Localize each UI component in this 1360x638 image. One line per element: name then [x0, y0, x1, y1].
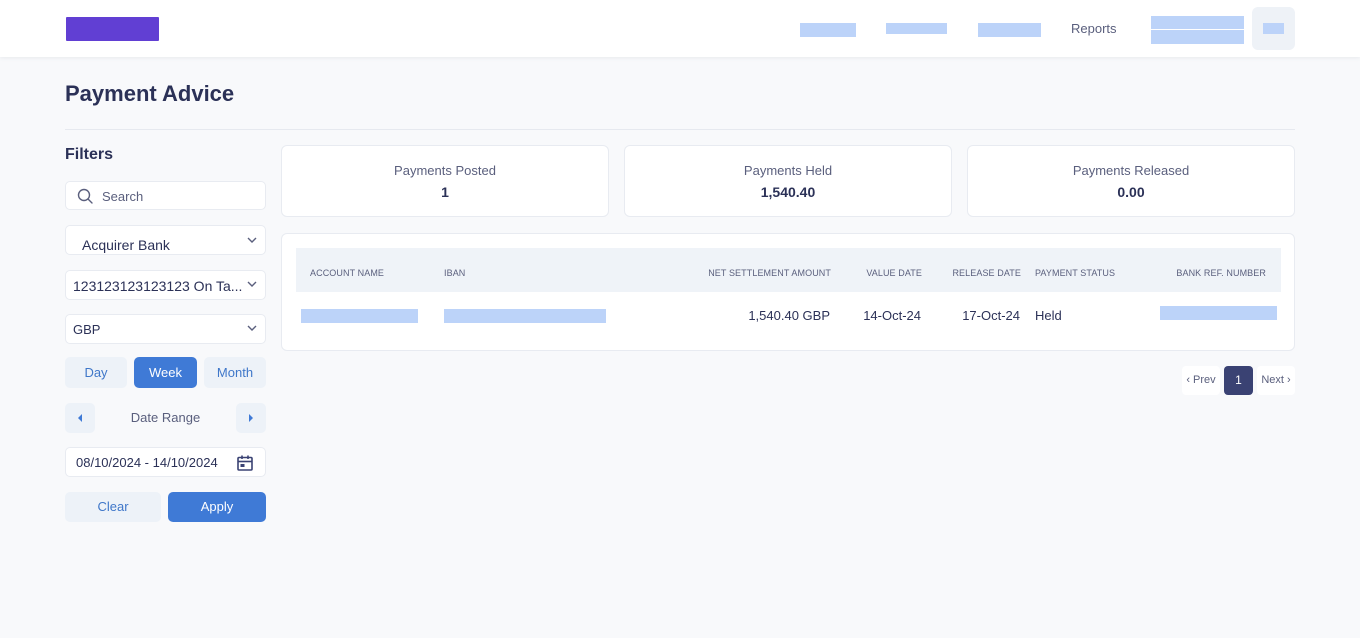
- acquirer-bank-value: Acquirer Bank: [82, 237, 170, 253]
- bank-ref-number-redacted: [1160, 306, 1277, 320]
- release-date-cell: 17-Oct-24: [962, 308, 1020, 323]
- period-tab-day[interactable]: Day: [65, 357, 127, 388]
- chevron-down-icon: [247, 325, 257, 331]
- nav-item-1-redacted[interactable]: [800, 23, 856, 37]
- summary-label: Payments Released: [1072, 163, 1190, 178]
- pagination-page-1[interactable]: 1: [1224, 366, 1253, 395]
- user-name-redacted[interactable]: [1151, 16, 1244, 29]
- summary-label: Payments Held: [743, 163, 833, 178]
- column-header-net-settlement-amount[interactable]: NET SETTLEMENT AMOUNT: [708, 268, 831, 278]
- summary-value: 1,540.40: [760, 184, 816, 200]
- payment-status-cell: Held: [1035, 308, 1062, 323]
- table-header: ACCOUNT NAME IBAN NET SETTLEMENT AMOUNT …: [296, 248, 1281, 292]
- payments-table: ACCOUNT NAME IBAN NET SETTLEMENT AMOUNT …: [281, 233, 1295, 351]
- summary-value: 0.00: [1117, 184, 1145, 200]
- currency-select[interactable]: GBP: [65, 314, 266, 344]
- iban-redacted: [444, 309, 606, 323]
- pagination-prev-button[interactable]: ‹ Prev: [1182, 366, 1220, 395]
- summary-label: Payments Posted: [394, 163, 496, 178]
- column-header-release-date[interactable]: RELEASE DATE: [952, 268, 1021, 278]
- period-tab-week[interactable]: Week: [134, 357, 197, 388]
- clear-button[interactable]: Clear: [65, 492, 161, 522]
- summary-card-posted: Payments Posted 1: [281, 145, 609, 217]
- currency-value: GBP: [73, 322, 101, 337]
- date-range-label: Date Range: [130, 410, 201, 425]
- value-date-cell: 14-Oct-24: [863, 308, 921, 323]
- search-icon: [77, 188, 93, 204]
- column-header-bank-ref-number[interactable]: BANK REF. NUMBER: [1176, 268, 1266, 278]
- period-tab-month[interactable]: Month: [204, 357, 266, 388]
- chevron-down-icon: [247, 281, 257, 287]
- summary-card-released: Payments Released 0.00: [967, 145, 1295, 217]
- net-settlement-amount-cell: 1,540.40 GBP: [748, 308, 830, 323]
- next-range-button[interactable]: [236, 403, 266, 433]
- user-role-redacted[interactable]: [1151, 30, 1244, 44]
- previous-range-button[interactable]: [65, 403, 95, 433]
- account-value: 123123123123123 On Ta...: [73, 278, 243, 294]
- calendar-icon[interactable]: [236, 454, 254, 472]
- filters-heading: Filters: [65, 146, 114, 163]
- chevron-down-icon: [247, 237, 257, 243]
- pagination-next-button[interactable]: Next ›: [1257, 366, 1295, 395]
- summary-value: 1: [441, 184, 449, 200]
- search-input[interactable]: Search: [65, 181, 266, 210]
- column-header-iban[interactable]: IBAN: [444, 268, 465, 278]
- top-nav-bar: Reports: [0, 0, 1360, 57]
- caret-left-icon: [78, 414, 82, 422]
- nav-item-2-redacted[interactable]: [886, 23, 947, 34]
- nav-item-3-redacted[interactable]: [978, 23, 1041, 37]
- title-divider: [65, 129, 1295, 130]
- user-menu-button[interactable]: [1252, 7, 1295, 50]
- caret-right-icon: [249, 414, 253, 422]
- summary-card-held: Payments Held 1,540.40: [624, 145, 952, 217]
- date-range-value: 08/10/2024 - 14/10/2024: [76, 455, 218, 470]
- account-name-redacted: [301, 309, 418, 323]
- column-header-value-date[interactable]: VALUE DATE: [866, 268, 922, 278]
- account-select[interactable]: 123123123123123 On Ta...: [65, 270, 266, 300]
- page-title: Payment Advice: [65, 81, 235, 106]
- brand-logo[interactable]: [66, 17, 159, 41]
- column-header-payment-status[interactable]: PAYMENT STATUS: [1035, 268, 1115, 278]
- nav-item-reports[interactable]: Reports: [1071, 21, 1117, 36]
- search-placeholder: Search: [102, 189, 144, 204]
- apply-button[interactable]: Apply: [168, 492, 266, 522]
- acquirer-bank-select[interactable]: Acquirer Bank: [65, 225, 266, 255]
- date-range-input[interactable]: 08/10/2024 - 14/10/2024: [65, 447, 266, 477]
- column-header-account-name[interactable]: ACCOUNT NAME: [310, 268, 384, 278]
- user-avatar-redacted: [1263, 23, 1284, 34]
